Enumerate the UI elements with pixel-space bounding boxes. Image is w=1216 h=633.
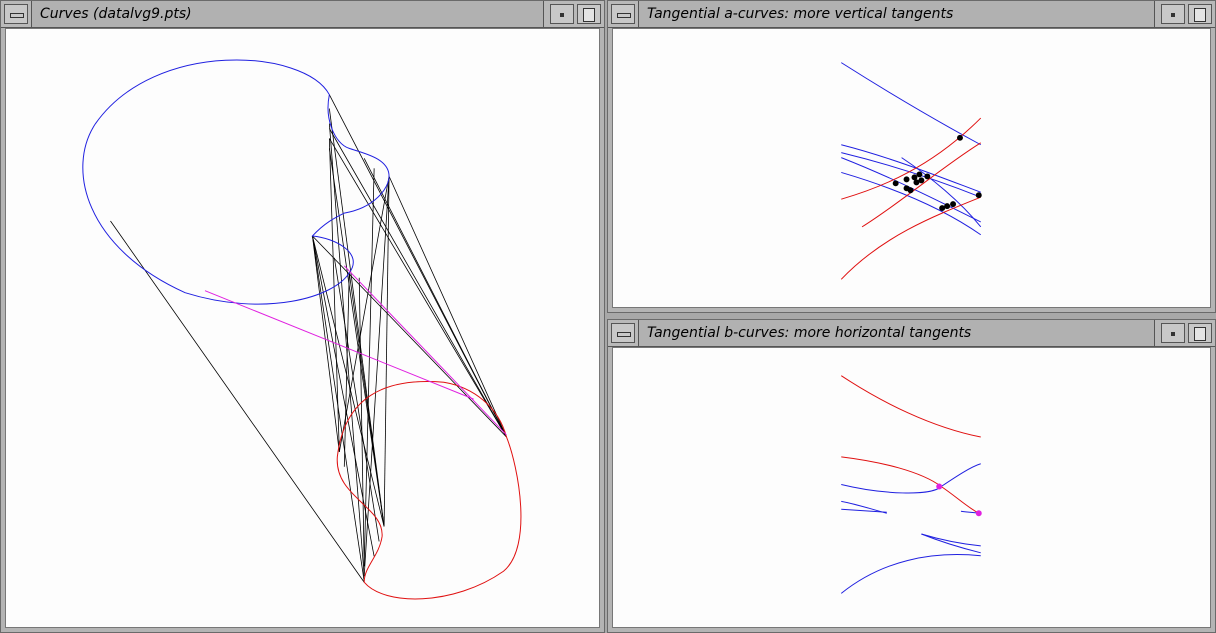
connector-lines <box>110 94 507 583</box>
tan-a-plot <box>840 62 982 280</box>
maximize-icon[interactable] <box>1188 323 1212 343</box>
tan-b-plot <box>840 375 982 594</box>
tan-a-window: Tangential a-curves: more vertical tange… <box>607 0 1216 313</box>
curves-plot <box>82 59 522 600</box>
tan-a-canvas[interactable] <box>612 28 1211 308</box>
tan-b-titlebar[interactable]: Tangential b-curves: more horizontal tan… <box>608 320 1215 347</box>
tan-b-window-title: Tangential b-curves: more horizontal tan… <box>638 320 1155 346</box>
curves-window-title: Curves (datalvg9.pts) <box>31 1 544 27</box>
minimize-icon[interactable] <box>1161 323 1185 343</box>
curves-titlebar[interactable]: Curves (datalvg9.pts) <box>1 1 604 28</box>
maximize-icon[interactable] <box>577 4 601 24</box>
minimize-icon[interactable] <box>550 4 574 24</box>
curves-window: Curves (datalvg9.pts) <box>0 0 605 633</box>
window-menu-icon[interactable] <box>4 4 28 24</box>
window-menu-icon[interactable] <box>611 323 635 343</box>
tan-a-blue-curves <box>840 62 982 236</box>
tan-a-titlebar[interactable]: Tangential a-curves: more vertical tange… <box>608 1 1215 28</box>
maximize-icon[interactable] <box>1188 4 1212 24</box>
tan-b-blue-curves <box>840 463 981 594</box>
tan-a-window-title: Tangential a-curves: more vertical tange… <box>638 1 1155 27</box>
tan-a-red-curves <box>840 117 982 280</box>
minimize-icon[interactable] <box>1161 4 1185 24</box>
tan-b-canvas[interactable] <box>612 347 1211 628</box>
window-menu-icon[interactable] <box>611 4 635 24</box>
curves-canvas[interactable] <box>5 28 600 628</box>
tan-b-window: Tangential b-curves: more horizontal tan… <box>607 319 1216 633</box>
